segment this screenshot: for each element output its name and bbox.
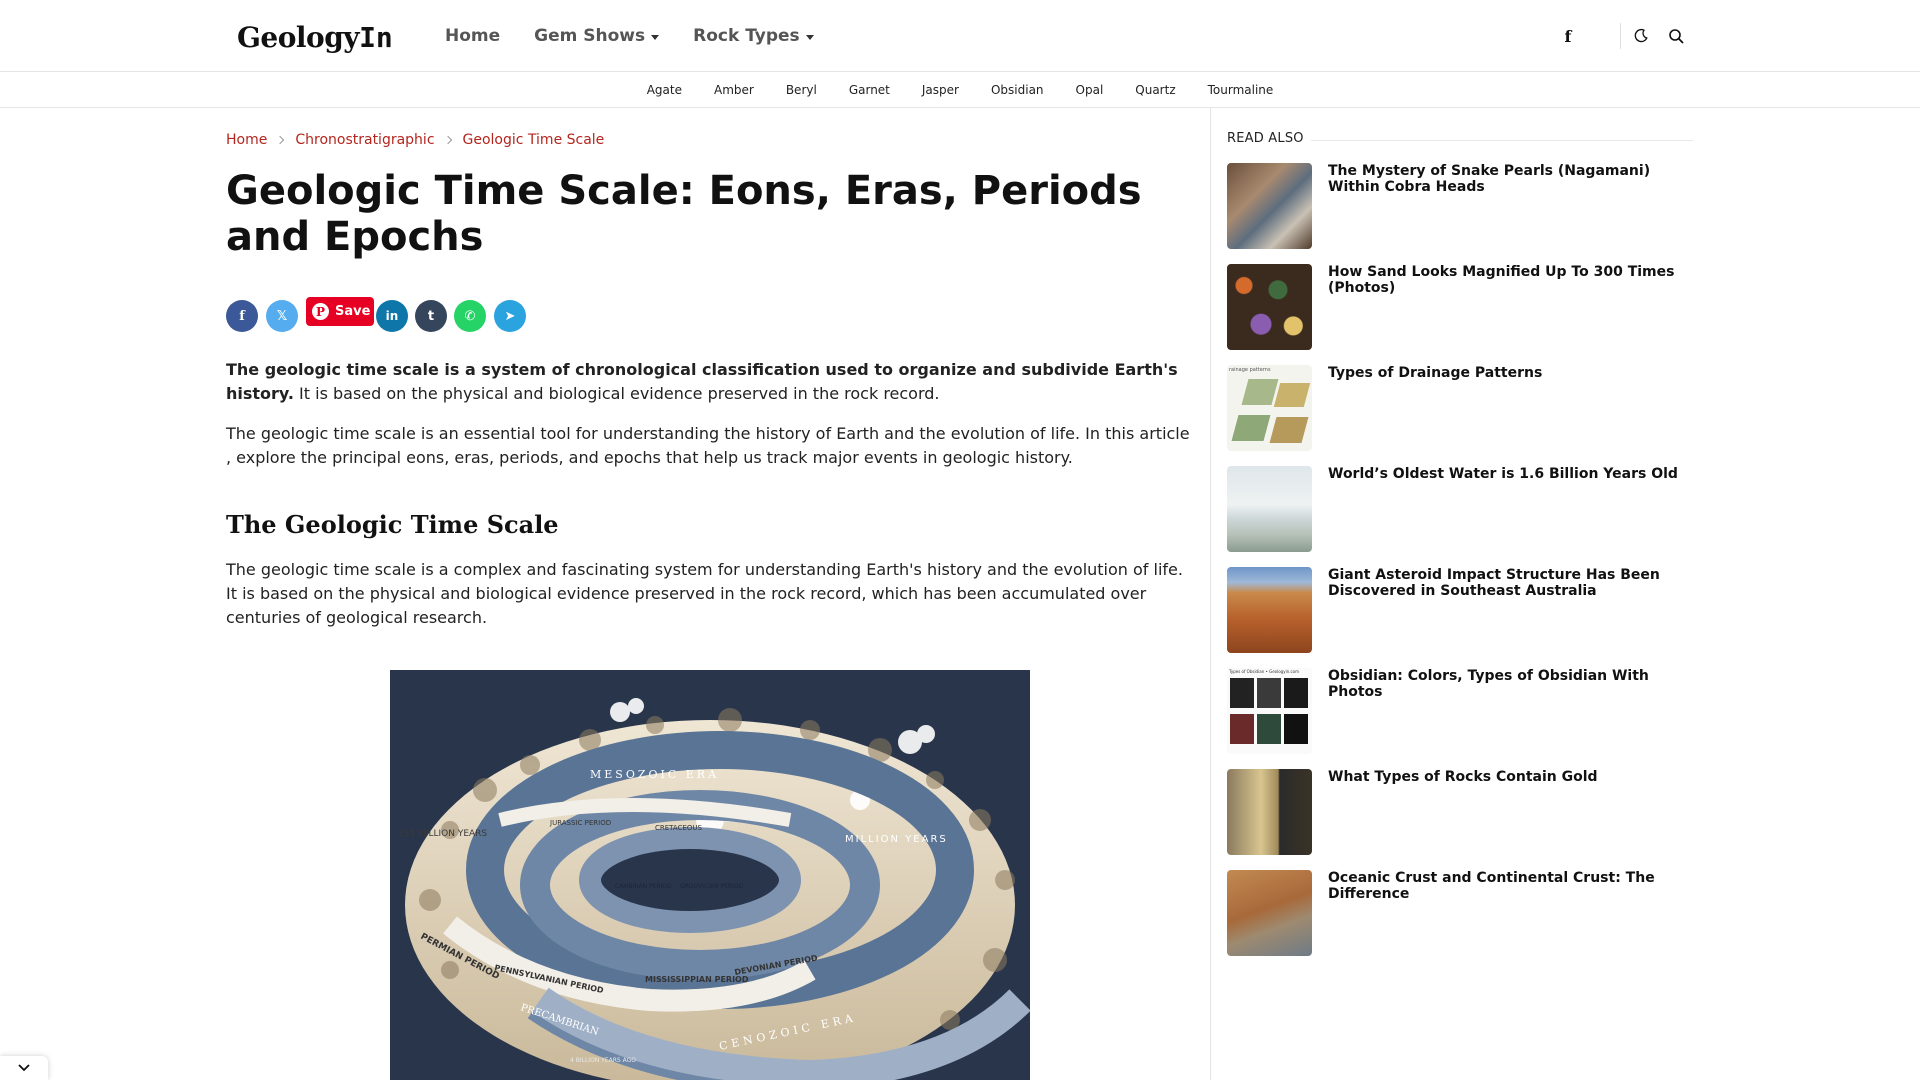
main-nav: Home Gem Shows Rock Types <box>445 0 848 72</box>
nav-rock-types-label: Rock Types <box>693 26 800 46</box>
tumblr-icon: t <box>427 308 435 324</box>
collapse-toggle[interactable] <box>0 1056 48 1080</box>
years-left-label: 251 MILLION YEARS <box>398 829 487 839</box>
read-also-title[interactable]: Giant Asteroid Impact Structure Has Been… <box>1328 567 1693 599</box>
share-linkedin-button[interactable]: in <box>376 300 408 332</box>
breadcrumb-chronostratigraphic[interactable]: Chronostratigraphic <box>295 132 434 148</box>
chevron-down-icon <box>805 34 814 40</box>
subnav-item-jasper[interactable]: Jasper <box>922 83 959 97</box>
chevron-down-icon <box>651 34 660 40</box>
thumbnail-image <box>1227 163 1312 249</box>
read-also-item[interactable]: Giant Asteroid Impact Structure Has Been… <box>1227 567 1693 653</box>
nav-home-label: Home <box>445 26 501 46</box>
nav-rock-types[interactable]: Rock Types <box>693 26 814 46</box>
thumbnail-image <box>1227 466 1312 552</box>
cambrian-label: CAMBRIAN PERIOD <box>615 883 672 890</box>
read-also-item[interactable]: rainage patterns Types of Drainage Patte… <box>1227 365 1693 451</box>
years-right-label: MILLION YEARS <box>845 834 948 845</box>
chevron-right-icon <box>443 135 452 145</box>
thumbnail-image <box>1227 769 1312 855</box>
subnav-item-garnet[interactable]: Garnet <box>849 83 890 97</box>
nav-gem-shows-label: Gem Shows <box>534 26 646 46</box>
thumbnail-image: rainage patterns <box>1227 365 1312 451</box>
paragraph-3: The geologic time scale is a complex and… <box>226 560 1183 627</box>
share-tumblr-button[interactable]: t <box>415 300 447 332</box>
subnav-item-amber[interactable]: Amber <box>714 83 754 97</box>
subnav-item-agate[interactable]: Agate <box>647 83 682 97</box>
intro-paragraph: The geologic time scale is a system of c… <box>226 358 1192 406</box>
subnav-item-tourmaline[interactable]: Tourmaline <box>1208 83 1274 97</box>
read-also-item[interactable]: Oceanic Crust and Continental Crust: The… <box>1227 870 1693 956</box>
telegram-icon: ➤ <box>504 308 516 324</box>
section-heading: The Geologic Time Scale <box>226 510 559 539</box>
nav-gem-shows[interactable]: Gem Shows <box>534 26 660 46</box>
mesozoic-label: MESOZOIC ERA <box>590 768 719 781</box>
header-divider <box>1620 23 1621 49</box>
logo-text: Geology <box>237 20 360 54</box>
read-also-title[interactable]: How Sand Looks Magnified Up To 300 Times… <box>1328 264 1693 296</box>
facebook-icon: f <box>239 308 245 324</box>
share-whatsapp-button[interactable]: ✆ <box>454 300 486 332</box>
share-telegram-button[interactable]: ➤ <box>494 300 526 332</box>
read-also-title[interactable]: World’s Oldest Water is 1.6 Billion Year… <box>1328 466 1693 482</box>
thumbnail-caption: Types of Obsidian • Geologyin.com <box>1229 669 1300 674</box>
read-also-item[interactable]: Types of Obsidian • Geologyin.com Obsidi… <box>1227 668 1693 754</box>
nav-home[interactable]: Home <box>445 26 500 46</box>
read-also-item[interactable]: The Mystery of Snake Pearls (Nagamani) W… <box>1227 163 1693 249</box>
read-also-title[interactable]: Oceanic Crust and Continental Crust: The… <box>1328 870 1693 902</box>
thumbnail-image <box>1227 264 1312 350</box>
read-also-item[interactable]: What Types of Rocks Contain Gold <box>1227 769 1693 855</box>
linkedin-icon: in <box>385 309 399 323</box>
read-also-title[interactable]: Types of Drainage Patterns <box>1328 365 1693 381</box>
share-twitter-button[interactable]: 𝕏 <box>266 300 298 332</box>
thumbnail-image <box>1227 567 1312 653</box>
chevron-right-icon <box>276 135 285 145</box>
read-also-title[interactable]: Obsidian: Colors, Types of Obsidian With… <box>1328 668 1693 700</box>
geologic-time-spiral-image: MESOZOIC ERA 251 MILLION YEARS MILLION Y… <box>390 670 1030 1080</box>
thumbnail-image <box>1227 870 1312 956</box>
pinterest-save-button[interactable]: P Save <box>306 297 374 326</box>
read-also-title[interactable]: What Types of Rocks Contain Gold <box>1328 769 1693 785</box>
read-also-title[interactable]: The Mystery of Snake Pearls (Nagamani) W… <box>1328 163 1693 195</box>
search-icon[interactable] <box>1665 25 1687 47</box>
whatsapp-icon: ✆ <box>464 308 476 324</box>
thumbnail-image: Types of Obsidian • Geologyin.com <box>1227 668 1312 754</box>
site-header: Geology In Home Gem Shows Rock Types f <box>0 0 1920 72</box>
ordovician-label: ORDOVICIAN PERIOD <box>680 883 744 890</box>
breadcrumb-current[interactable]: Geologic Time Scale <box>463 132 605 148</box>
mississippian-label: MISSISSIPPIAN PERIOD <box>645 975 749 984</box>
read-also-heading: READ ALSO <box>1227 131 1304 146</box>
pinterest-icon: P <box>312 303 329 320</box>
jurassic-label: JURASSIC PERIOD <box>549 819 611 827</box>
intro-rest: It is based on the physical and biologic… <box>293 384 940 403</box>
facebook-glyph: f <box>1564 26 1572 46</box>
breadcrumb: Home Chronostratigraphic Geologic Time S… <box>226 132 604 148</box>
page-title: Geologic Time Scale: Eons, Eras, Periods… <box>226 168 1142 260</box>
subnav-item-beryl[interactable]: Beryl <box>786 83 817 97</box>
facebook-icon[interactable]: f <box>1557 25 1579 47</box>
spiral-illustration: MESOZOIC ERA 251 MILLION YEARS MILLION Y… <box>398 698 1030 1080</box>
x-twitter-icon: 𝕏 <box>276 308 288 324</box>
paragraph-2: The geologic time scale is an essential … <box>226 424 1190 467</box>
gem-subnav: Agate Amber Beryl Garnet Jasper Obsidian… <box>0 72 1920 108</box>
cretaceous-label: CRETACEOUS <box>655 824 703 832</box>
read-also-rule <box>1311 140 1693 141</box>
share-facebook-button[interactable]: f <box>226 300 258 332</box>
sidebar-divider <box>1210 108 1211 1080</box>
subnav-item-quartz[interactable]: Quartz <box>1135 83 1175 97</box>
breadcrumb-home[interactable]: Home <box>226 132 267 148</box>
subnav-item-opal[interactable]: Opal <box>1076 83 1104 97</box>
read-also-item[interactable]: How Sand Looks Magnified Up To 300 Times… <box>1227 264 1693 350</box>
thumbnail-caption: rainage patterns <box>1229 367 1271 373</box>
chevron-down-icon <box>18 1064 30 1072</box>
subnav-item-obsidian[interactable]: Obsidian <box>991 83 1044 97</box>
read-also-item[interactable]: World’s Oldest Water is 1.6 Billion Year… <box>1227 466 1693 552</box>
pin-save-label: Save <box>335 304 371 319</box>
billion-label: 4 BILLION YEARS AGO <box>570 1057 636 1064</box>
logo-suffix: In <box>359 20 393 54</box>
dark-mode-icon[interactable] <box>1630 25 1652 47</box>
site-logo[interactable]: Geology In <box>237 18 393 56</box>
